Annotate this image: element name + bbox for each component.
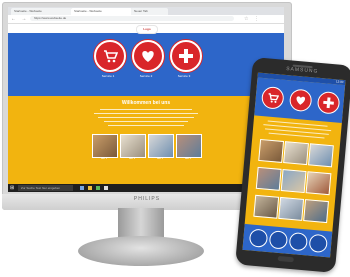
browser-tab-active[interactable]: Startseite - Webseite bbox=[71, 8, 132, 15]
cross-icon bbox=[179, 49, 193, 63]
service-cart-button[interactable] bbox=[94, 40, 126, 72]
welcome-heading: Willkommen bei uns bbox=[121, 100, 171, 106]
phone-gallery-photo[interactable] bbox=[278, 196, 305, 221]
gallery-photo[interactable] bbox=[176, 134, 202, 158]
browser-address-row: ← → ⟳ https://www.webseite.de ☆ ⋮ bbox=[8, 15, 284, 24]
gallery-photo[interactable] bbox=[92, 134, 118, 158]
phone-site-header bbox=[254, 77, 346, 124]
site-hero-blue: Logo Service 1 Service 2 Service 3 bbox=[8, 24, 284, 96]
phone-footer-badge-icon[interactable] bbox=[308, 233, 329, 254]
taskbar-app-icon[interactable] bbox=[104, 186, 108, 190]
gallery-photo[interactable] bbox=[148, 134, 174, 158]
cart-icon bbox=[268, 93, 280, 103]
photo-caption: Bild 2 bbox=[128, 157, 136, 160]
phone-screen: 12:00 bbox=[242, 72, 346, 258]
phone-gallery-photo[interactable] bbox=[308, 143, 334, 168]
website-content: Logo Service 1 Service 2 Service 3 Willk… bbox=[8, 24, 284, 184]
service-heart-button[interactable] bbox=[132, 40, 164, 72]
heart-icon bbox=[142, 51, 154, 62]
browser-tab-new[interactable]: Neuer Tab bbox=[131, 8, 168, 15]
phone-gallery-photo[interactable] bbox=[255, 166, 282, 191]
taskbar-folder-icon[interactable] bbox=[88, 186, 92, 190]
site-logo[interactable]: Logo bbox=[136, 25, 158, 34]
windows-start-icon[interactable]: ⊞ bbox=[10, 185, 14, 191]
taskbar-app-icon[interactable] bbox=[96, 186, 100, 190]
phone-service-cart-button[interactable] bbox=[260, 85, 285, 110]
phone-gallery-photo[interactable] bbox=[303, 199, 329, 224]
paragraph-line bbox=[104, 121, 188, 122]
address-bar[interactable]: https://www.webseite.de bbox=[30, 16, 234, 21]
heart-icon bbox=[296, 96, 306, 105]
photo-caption: Bild 4 bbox=[184, 157, 192, 160]
phone-service-heart-button[interactable] bbox=[288, 88, 313, 113]
phone-gallery-photo[interactable] bbox=[258, 138, 285, 163]
phone-gallery-photo[interactable] bbox=[305, 171, 332, 196]
monitor-screen: Startseite - Webseite Startseite - Webse… bbox=[8, 7, 284, 192]
phone-footer-badge-icon[interactable] bbox=[268, 230, 289, 250]
site-header: Logo bbox=[8, 24, 284, 34]
phone-gallery-photo[interactable] bbox=[253, 194, 280, 219]
cart-icon bbox=[104, 50, 118, 63]
phone-footer-badge-icon[interactable] bbox=[248, 228, 269, 248]
monitor-stand-base bbox=[78, 236, 204, 266]
paragraph-line bbox=[100, 109, 192, 110]
service-label: Service 1 bbox=[101, 74, 115, 78]
phone-gallery-photo[interactable] bbox=[280, 169, 307, 194]
taskbar-app-icon[interactable] bbox=[80, 186, 84, 190]
phone-footer-bar bbox=[242, 223, 333, 258]
smartphone: SAMSUNG 12:00 bbox=[235, 57, 350, 273]
paragraph-line bbox=[98, 117, 194, 118]
paragraph-line bbox=[108, 125, 184, 126]
photo-caption: Bild 1 bbox=[100, 157, 108, 160]
service-label: Service 2 bbox=[139, 74, 153, 78]
taskbar-search-input[interactable]: Zur Suche Text hier eingeben bbox=[18, 185, 73, 191]
phone-footer-badge-icon[interactable] bbox=[288, 231, 309, 252]
service-cross-button[interactable] bbox=[170, 40, 202, 72]
cross-icon bbox=[323, 97, 334, 109]
paragraph-line bbox=[94, 113, 198, 114]
service-label: Service 3 bbox=[177, 74, 191, 78]
browser-tab[interactable]: Startseite - Webseite bbox=[11, 8, 72, 15]
browser-tab-bar: Startseite - Webseite Startseite - Webse… bbox=[8, 7, 284, 15]
browser-tools-icon[interactable]: ☆ ⋮ bbox=[244, 16, 261, 22]
gallery-photo[interactable] bbox=[120, 134, 146, 158]
phone-service-cross-button[interactable] bbox=[316, 90, 341, 115]
photo-caption: Bild 3 bbox=[156, 157, 164, 160]
phone-gallery-photo[interactable] bbox=[283, 141, 309, 166]
phone-home-button[interactable] bbox=[277, 255, 294, 263]
